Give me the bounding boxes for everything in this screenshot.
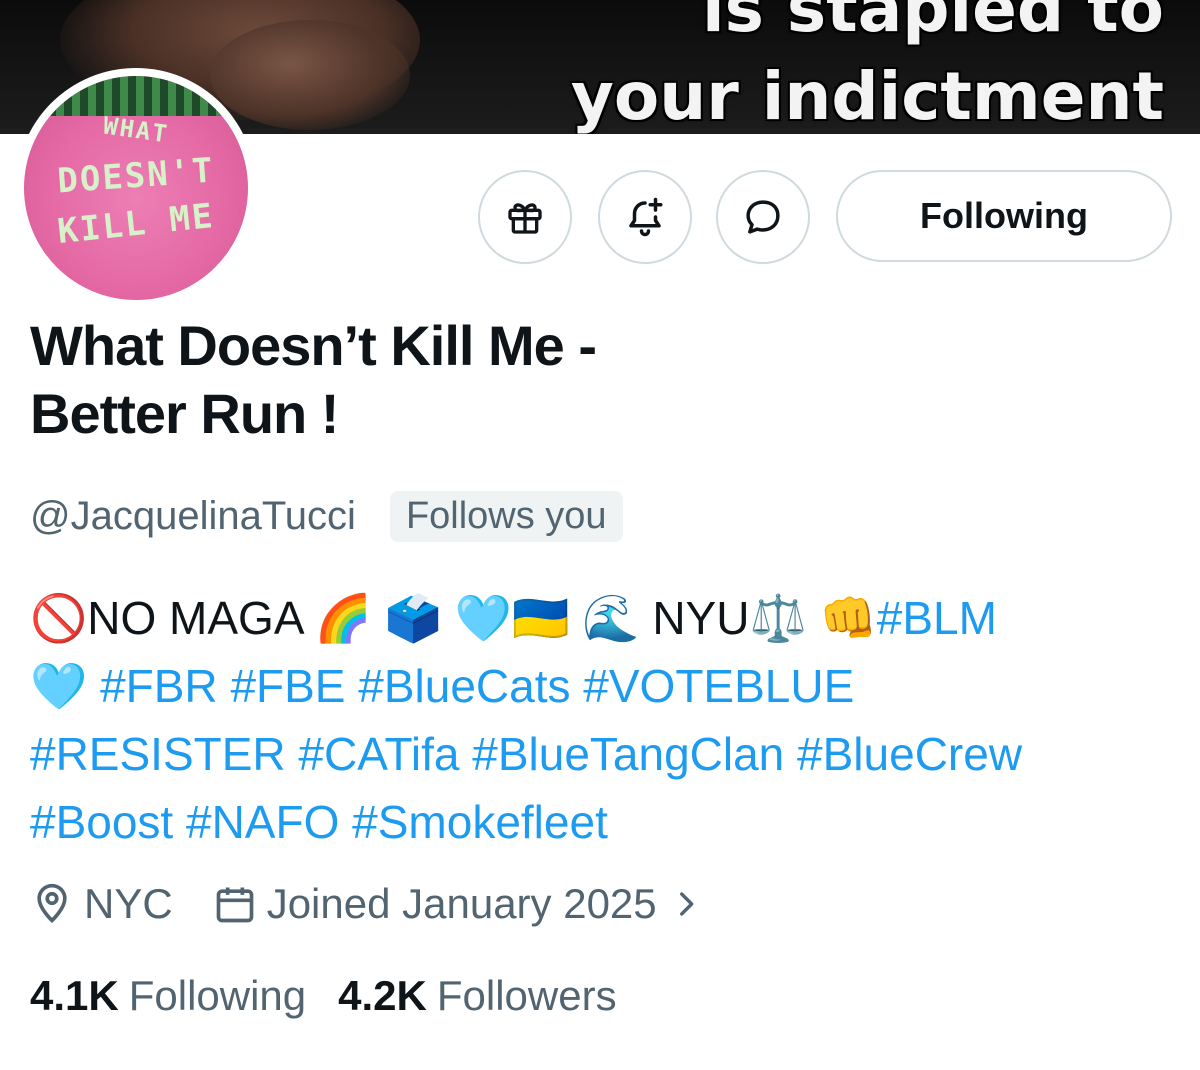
scales-emoji: ⚖️: [749, 591, 807, 645]
hashtag-nafo[interactable]: #NAFO: [186, 796, 339, 848]
prohibited-emoji: 🚫: [30, 591, 88, 645]
profile-avatar[interactable]: WHAT DOESN'T KILL ME: [16, 68, 256, 308]
avatar-text-3: KILL ME: [55, 195, 217, 253]
message-button[interactable]: [716, 170, 810, 264]
following-stat[interactable]: 4.1K Following: [30, 972, 306, 1020]
message-bubble-icon: [746, 200, 780, 234]
bio-line-3: #RESISTER #CATifa #BlueTangClan #BlueCre…: [30, 720, 1180, 788]
hashtag-voteblue[interactable]: #VOTEBLUE: [583, 660, 854, 712]
hashtag-smokefleet[interactable]: #Smokefleet: [352, 796, 608, 848]
bio-line-2: 🩵 #FBR #FBE #BlueCats #VOTEBLUE: [30, 652, 1180, 720]
followers-count: 4.2K: [338, 972, 427, 1019]
hashtag-bluetangclan[interactable]: #BlueTangClan: [472, 728, 784, 780]
hashtag-catifa[interactable]: #CATifa: [298, 728, 459, 780]
bell-plus-icon: [629, 197, 663, 237]
followers-label: Followers: [436, 972, 617, 1019]
handle-row: @JacquelinaTucci Follows you: [30, 488, 623, 544]
hashtag-blm[interactable]: #BLM: [877, 592, 997, 644]
display-name-line1: What Doesn’t Kill Me -: [30, 314, 597, 377]
gift-icon: [508, 203, 542, 234]
location-item: NYC: [30, 880, 173, 928]
profile-bio: 🚫NO MAGA 🌈 🗳️ 🩵🇺🇦 🌊 NYU⚖️ 👊#BLM 🩵 #FBR #…: [30, 584, 1180, 856]
hashtag-bluecats[interactable]: #BlueCats: [358, 660, 570, 712]
bio-line-4: #Boost #NAFO #Smokefleet: [30, 788, 1180, 856]
ballot-box-emoji: 🗳️: [384, 591, 443, 645]
follow-stats: 4.1K Following 4.2K Followers: [30, 966, 649, 1026]
followers-stat[interactable]: 4.2K Followers: [338, 972, 616, 1020]
display-name-line2: Better Run !: [30, 382, 339, 445]
bio-text-no-maga: NO MAGA: [87, 592, 302, 644]
calendar-icon: [216, 887, 254, 923]
ukraine-flag-emoji: 🇺🇦: [512, 591, 570, 645]
fist-emoji: 👊: [819, 591, 877, 645]
joined-date-text: Joined January 2025: [266, 880, 657, 927]
light-blue-heart-emoji: 🩵: [30, 659, 88, 713]
following-count: 4.1K: [30, 972, 119, 1019]
following-label: Following: [128, 972, 307, 1019]
hashtag-fbr[interactable]: #FBR: [100, 660, 218, 712]
following-button[interactable]: Following: [836, 170, 1172, 262]
wave-emoji: 🌊: [582, 591, 640, 645]
chevron-right-icon: [679, 892, 694, 916]
banner-caption-line1: is stapled to: [702, 0, 1164, 47]
light-blue-heart-emoji: 🩵: [454, 591, 513, 645]
banner-caption-line2: your indictment: [570, 58, 1164, 134]
bio-line-1: 🚫NO MAGA 🌈 🗳️ 🩵🇺🇦 🌊 NYU⚖️ 👊#BLM: [30, 584, 1180, 652]
follows-you-badge: Follows you: [389, 490, 623, 542]
avatar-image: WHAT DOESN'T KILL ME: [24, 76, 248, 300]
display-name: What Doesn’t Kill Me - Better Run !: [30, 312, 930, 448]
location-pin-icon: [37, 883, 67, 924]
profile-meta: NYC Joined January 2025: [30, 874, 713, 934]
hashtag-bluecrew[interactable]: #BlueCrew: [797, 728, 1022, 780]
gift-button[interactable]: [478, 170, 572, 264]
username-handle: @JacquelinaTucci: [30, 493, 356, 538]
location-text: NYC: [84, 880, 173, 927]
bio-text-nyu: NYU: [652, 592, 750, 644]
hashtag-fbe[interactable]: #FBE: [230, 660, 345, 712]
hashtag-resister[interactable]: #RESISTER: [30, 728, 286, 780]
hashtag-boost[interactable]: #Boost: [30, 796, 173, 848]
notifications-button[interactable]: [598, 170, 692, 264]
joined-item[interactable]: Joined January 2025: [213, 880, 713, 928]
rainbow-emoji: 🌈: [314, 591, 373, 645]
